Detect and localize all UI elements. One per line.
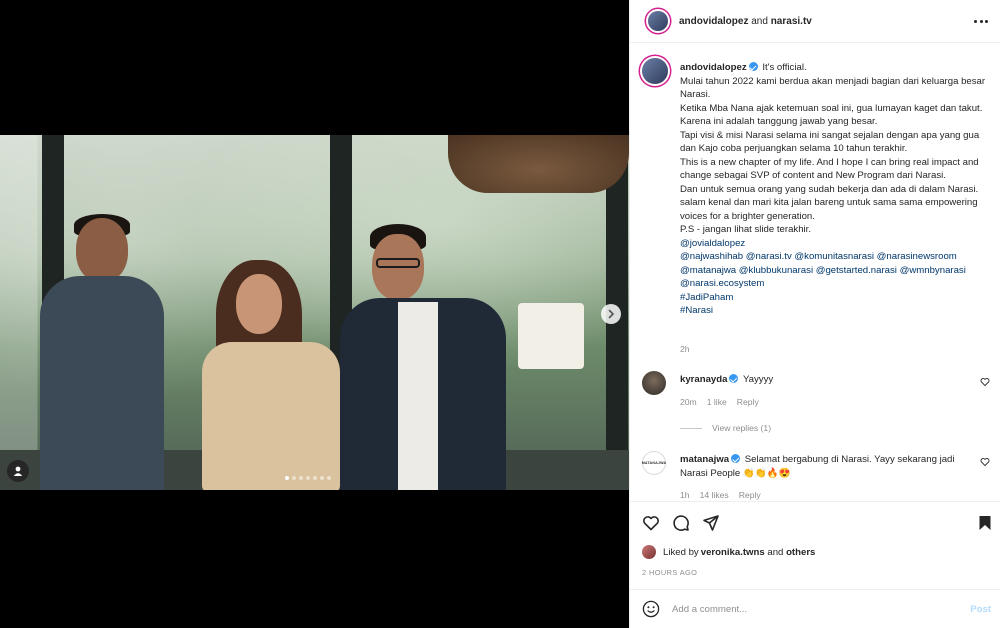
likes-summary: Liked by veronika.twns and others bbox=[642, 545, 815, 559]
comment-text: Yayyyy bbox=[742, 374, 774, 385]
floor-lamp bbox=[518, 303, 584, 369]
next-slide-button[interactable] bbox=[601, 304, 621, 324]
view-replies-button[interactable]: View replies (1) bbox=[680, 423, 771, 433]
avatar[interactable] bbox=[648, 11, 668, 31]
rattan-lamp bbox=[448, 135, 629, 193]
like-comment-heart-icon[interactable] bbox=[980, 457, 990, 467]
caption-line: Tapi visi & misi Narasi selama ini sanga… bbox=[680, 129, 980, 155]
caption-line: Mulai tahun 2022 kami berdua akan menjad… bbox=[680, 75, 986, 101]
reply-button[interactable]: Reply bbox=[737, 397, 759, 407]
carousel-dot[interactable] bbox=[320, 476, 324, 480]
verified-badge-icon bbox=[731, 454, 741, 463]
comment-username[interactable]: matanajwa bbox=[680, 454, 729, 465]
post-actions: Liked by veronika.twns and others 2 HOUR… bbox=[630, 501, 1000, 588]
save-bookmark-icon[interactable] bbox=[976, 514, 994, 532]
post-side-panel: andovidalopez and narasi.tv andovidalope… bbox=[629, 0, 1000, 628]
chevron-right-icon bbox=[608, 309, 615, 319]
avatar[interactable]: MATANAJWA bbox=[642, 451, 666, 475]
carousel-dot[interactable] bbox=[306, 476, 310, 480]
caption-time[interactable]: 2h bbox=[680, 344, 690, 354]
caption-line: P.S - jangan lihat slide terakhir. bbox=[680, 224, 812, 235]
comment-time[interactable]: 1h bbox=[680, 490, 690, 500]
caption-line: Dan untuk semua orang yang sudah bekerja… bbox=[680, 183, 979, 222]
mention-link[interactable]: @najwashihab @narasi.tv @komunitasnarasi… bbox=[680, 250, 992, 264]
caption-username[interactable]: andovidalopez bbox=[680, 62, 747, 73]
more-options-button[interactable] bbox=[974, 14, 988, 28]
caption-line: It's official. bbox=[762, 62, 807, 73]
carousel-dot[interactable] bbox=[292, 476, 296, 480]
comment-likes[interactable]: 1 like bbox=[707, 397, 727, 407]
author-username[interactable]: andovidalopez bbox=[679, 16, 748, 27]
verified-badge-icon bbox=[748, 62, 758, 71]
carousel-dots bbox=[285, 476, 331, 480]
user-icon bbox=[13, 466, 23, 476]
like-heart-icon[interactable] bbox=[642, 514, 660, 532]
person-right bbox=[340, 224, 506, 490]
emoji-icon[interactable] bbox=[642, 600, 660, 618]
mention-link[interactable]: @jovialdalopez bbox=[680, 237, 992, 251]
caption-line: Karena ini adalah tanggung jawab yang be… bbox=[680, 116, 878, 127]
comment-likes[interactable]: 14 likes bbox=[700, 490, 729, 500]
hashtag-link[interactable]: #JadiPaham bbox=[680, 291, 992, 305]
comment-item: MATANAJWA matanajwa Selamat bergabung di… bbox=[642, 451, 992, 501]
add-comment-bar: Post bbox=[630, 589, 1000, 628]
avatar[interactable] bbox=[642, 371, 666, 395]
carousel-dot[interactable] bbox=[299, 476, 303, 480]
carousel-dot[interactable] bbox=[327, 476, 331, 480]
liked-by-others[interactable]: others bbox=[786, 547, 815, 558]
avatar[interactable] bbox=[642, 545, 656, 559]
carousel-dot[interactable] bbox=[285, 476, 289, 480]
post-header: andovidalopez and narasi.tv bbox=[630, 0, 1000, 43]
reply-button[interactable]: Reply bbox=[739, 490, 761, 500]
comment-username[interactable]: kyranayda bbox=[680, 374, 727, 385]
mention-link[interactable]: @matanajwa @klubbukunarasi @getstarted.n… bbox=[680, 264, 992, 278]
mention-link[interactable]: @narasi.ecosystem bbox=[680, 277, 992, 291]
liked-by-username[interactable]: veronika.twns bbox=[701, 547, 765, 558]
person-left bbox=[40, 214, 164, 490]
like-comment-heart-icon[interactable] bbox=[980, 377, 990, 387]
caption-line: Ketika Mba Nana ajak ketemuan soal ini, … bbox=[680, 102, 983, 114]
post-authors: andovidalopez and narasi.tv bbox=[679, 15, 812, 27]
post-comment-button[interactable]: Post bbox=[970, 604, 991, 615]
verified-badge-icon bbox=[729, 374, 739, 383]
post-photo[interactable] bbox=[0, 135, 629, 490]
more-horizontal-icon bbox=[974, 19, 977, 23]
collaborator-username[interactable]: narasi.tv bbox=[771, 16, 812, 27]
post-media bbox=[0, 0, 629, 628]
carousel-dot[interactable] bbox=[313, 476, 317, 480]
avatar[interactable] bbox=[642, 58, 668, 84]
comments-list[interactable]: andovidalopez It's official. Mulai tahun… bbox=[630, 44, 1000, 501]
tagged-users-button[interactable] bbox=[7, 460, 29, 482]
avatar-logo-text: MATANAJWA bbox=[641, 461, 667, 465]
comment-time[interactable]: 20m bbox=[680, 397, 697, 407]
person-middle bbox=[202, 260, 340, 490]
add-comment-input[interactable] bbox=[672, 603, 952, 615]
hashtag-link[interactable]: #Narasi bbox=[680, 304, 992, 318]
comment-bubble-icon[interactable] bbox=[672, 514, 690, 532]
caption-line: This is a new chapter of my life. And I … bbox=[680, 156, 979, 182]
post-timestamp[interactable]: 2 HOURS AGO bbox=[642, 568, 697, 577]
share-send-icon[interactable] bbox=[702, 514, 720, 532]
